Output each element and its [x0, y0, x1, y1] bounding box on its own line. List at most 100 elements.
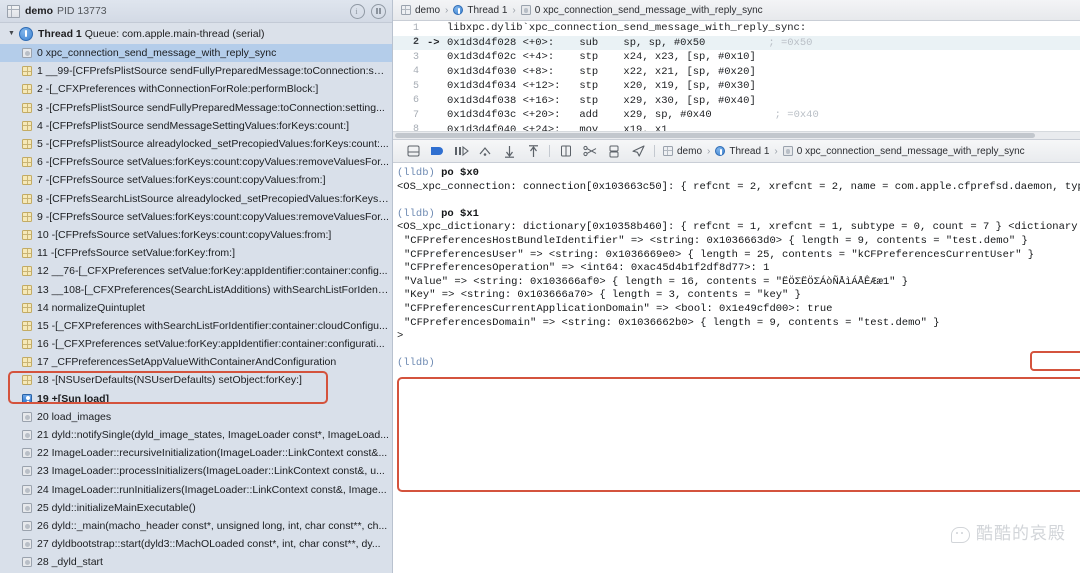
assembly-line: 6 0x1d3d4f038 <+16>: stp x29, x30, [sp, #… — [393, 94, 1080, 109]
debug-breadcrumb-app[interactable]: demo — [677, 146, 702, 157]
lldb-console[interactable]: (lldb) po $x0 <OS_xpc_connection: connect… — [393, 163, 1080, 573]
continue-icon[interactable] — [425, 142, 449, 160]
system-frame-icon — [22, 448, 32, 459]
stack-frame-row[interactable]: 23 ImageLoader::processInitializers(Imag… — [0, 462, 392, 480]
debug-breadcrumb-thread[interactable]: Thread 1 — [729, 146, 769, 157]
stack-frame-row[interactable]: 27 dyldbootstrap::start(dyld3::MachOLoad… — [0, 535, 392, 553]
stack-frame-row[interactable]: 5 -[CFPrefsPlistSource alreadylocked_set… — [0, 135, 392, 153]
stack-frame-row[interactable]: 3 -[CFPrefsPlistSource sendFullyPrepared… — [0, 99, 392, 117]
chat-bubble-icon — [951, 527, 970, 543]
stack-frame-row[interactable]: 11 -[CFPrefsSource setValue:forKey:from:… — [0, 244, 392, 262]
stack-frame-row[interactable]: 12 __76-[_CFXPreferences setValue:forKey… — [0, 262, 392, 280]
info-icon[interactable]: i — [350, 3, 365, 19]
stack-frame-row[interactable]: 2 -[_CFXPreferences withConnectionForRol… — [0, 80, 392, 98]
stack-frame-label: 0 xpc_connection_send_message_with_reply… — [37, 47, 277, 60]
breadcrumb-app[interactable]: demo — [415, 5, 440, 16]
library-frame-icon — [22, 84, 32, 95]
stack-frame-row[interactable]: 7 -[CFPrefsSource setValues:forKeys:coun… — [0, 171, 392, 189]
console-output-text: "CFPreferencesHostBundleIdentifier" => <… — [404, 234, 1028, 247]
line-number: 4 — [412, 66, 419, 78]
stack-frame-row[interactable]: 15 -[_CFXPreferences withSearchListForId… — [0, 317, 392, 335]
stack-frame-row[interactable]: 20 load_images — [0, 408, 392, 426]
thread-row[interactable]: ▼ Thread 1 Queue: com.apple.main-thread … — [0, 23, 392, 44]
step-down-icon[interactable] — [497, 142, 521, 160]
stack-frame-row[interactable]: 14 normalizeQuintuplet — [0, 299, 392, 317]
stack-frame-label: 4 -[CFPrefsPlistSource sendMessageSettin… — [37, 119, 350, 132]
console-line: "Value" => <string: 0x103666af0> { lengt… — [397, 276, 1080, 290]
step-over-icon[interactable] — [449, 142, 473, 160]
library-frame-icon — [22, 157, 32, 168]
line-number: 6 — [412, 95, 419, 107]
app-icon — [663, 146, 673, 156]
editor-breadcrumb-bar[interactable]: demo › Thread 1 › 0 xpc_connection_send_… — [393, 0, 1080, 21]
step-up-icon[interactable] — [521, 142, 545, 160]
stack-frame-row[interactable]: 1 __99-[CFPrefsPlistSource sendFullyPrep… — [0, 62, 392, 80]
thread-icon — [19, 26, 33, 41]
stack-frame-row[interactable]: 6 -[CFPrefsSource setValues:forKeys:coun… — [0, 153, 392, 171]
stack-frame-row[interactable]: 8 -[CFPrefsSearchListSource alreadylocke… — [0, 190, 392, 208]
watermark-text: 酷酷的哀殿 — [976, 524, 1066, 545]
library-frame-icon — [22, 139, 32, 150]
stack-frame-row[interactable]: 13 __108-[_CFXPreferences(SearchListAddi… — [0, 280, 392, 298]
stack-frame-label: 2 -[_CFXPreferences withConnectionForRol… — [37, 83, 319, 96]
system-frame-icon — [22, 484, 32, 495]
stack-frame-row[interactable]: 10 -[CFPrefsSource setValues:forKeys:cou… — [0, 226, 392, 244]
stack-frame-row[interactable]: 19 +[Sun load] — [0, 390, 392, 408]
stack-frame-row[interactable]: 26 dyld::_main(macho_header const*, unsi… — [0, 517, 392, 535]
breadcrumb[interactable]: demo › Thread 1 › 0 xpc_connection_send_… — [401, 5, 763, 16]
debug-breadcrumb-frame[interactable]: 0 xpc_connection_send_message_with_reply… — [797, 146, 1025, 157]
stack-frame-row[interactable]: 21 dyld::notifySingle(dyld_image_states,… — [0, 426, 392, 444]
breadcrumb-frame[interactable]: 0 xpc_connection_send_message_with_reply… — [535, 5, 763, 16]
memory-graph-icon[interactable] — [602, 142, 626, 160]
step-into-icon[interactable] — [473, 142, 497, 160]
debug-toolbar[interactable]: demo › Thread 1 › 0 xpc_connection_send_… — [393, 140, 1080, 163]
pause-bars-icon[interactable] — [371, 3, 386, 19]
stack-frame-row[interactable]: 0 xpc_connection_send_message_with_reply… — [0, 44, 392, 63]
simulate-location-icon[interactable] — [578, 142, 602, 160]
frame-icon — [520, 5, 531, 15]
stack-frame-row[interactable]: 18 -[NSUserDefaults(NSUserDefaults) setO… — [0, 371, 392, 389]
library-frame-icon — [22, 357, 32, 368]
library-frame-icon — [22, 266, 32, 277]
system-frame-icon — [22, 430, 32, 441]
stack-frame-label: 8 -[CFPrefsSearchListSource alreadylocke… — [37, 192, 389, 205]
stack-frame-row[interactable]: 22 ImageLoader::recursiveInitialization(… — [0, 444, 392, 462]
stack-frame-row[interactable]: 24 ImageLoader::runInitializers(ImageLoa… — [0, 481, 392, 499]
lldb-prompt: (lldb) — [397, 207, 442, 220]
editor-and-console: demo › Thread 1 › 0 xpc_connection_send_… — [393, 0, 1080, 573]
chevron-down-icon[interactable]: ▼ — [8, 30, 18, 37]
stack-frame-row[interactable]: 4 -[CFPrefsPlistSource sendMessageSettin… — [0, 117, 392, 135]
stack-frame-label: 17 _CFPreferencesSetAppValueWithContaine… — [37, 356, 337, 369]
library-frame-icon — [22, 320, 32, 331]
breadcrumb-separator: › — [512, 4, 516, 16]
system-frame-icon — [22, 411, 32, 422]
horizontal-scrollbar[interactable] — [393, 131, 1080, 139]
breadcrumb-thread[interactable]: Thread 1 — [467, 5, 507, 16]
stack-frame-row[interactable]: 28 _dyld_start — [0, 553, 392, 571]
stack-frame-label: 6 -[CFPrefsSource setValues:forKeys:coun… — [37, 156, 389, 169]
location-arrow-icon[interactable] — [626, 142, 650, 160]
stack-frame-row[interactable]: 16 -[_CFXPreferences setValue:forKey:app… — [0, 335, 392, 353]
stack-frame-row[interactable]: 17 _CFPreferencesSetAppValueWithContaine… — [0, 353, 392, 371]
library-frame-icon — [22, 175, 32, 186]
stack-frame-label: 7 -[CFPrefsSource setValues:forKeys:coun… — [37, 174, 326, 187]
stack-frame-row[interactable]: 9 -[CFPrefsSource setValues:forKeys:coun… — [0, 208, 392, 226]
console-line: <OS_xpc_connection: connection[0x103663c… — [397, 181, 1080, 195]
thread-title: Thread 1 — [38, 27, 82, 40]
assembly-instruction: 0x1d3d4f030 <+8>: stp x22, x21, [sp, #0x… — [447, 65, 756, 78]
watermark: 酷酷的哀殿 — [951, 524, 1066, 545]
console-line — [397, 194, 1080, 208]
assembly-editor[interactable]: 1 libxpc.dylib`xpc_connection_send_messag… — [393, 21, 1080, 140]
system-frame-icon — [22, 539, 32, 550]
line-number: 7 — [412, 109, 419, 121]
assembly-line: 3 0x1d3d4f02c <+4>: stp x24, x23, [sp, #0… — [393, 50, 1080, 65]
stack-frame-row[interactable]: 25 dyld::initializeMainExecutable() — [0, 499, 392, 517]
stack-frame-label: 10 -[CFPrefsSource setValues:forKeys:cou… — [37, 228, 332, 241]
debug-view-hierarchy-icon[interactable] — [554, 142, 578, 160]
console-output-text: "CFPreferencesOperation" => <int64: 0xac… — [404, 262, 770, 275]
debug-breadcrumb[interactable]: demo › Thread 1 › 0 xpc_connection_send_… — [663, 146, 1025, 157]
hide-console-icon[interactable] — [401, 142, 425, 160]
scrollbar-thumb[interactable] — [395, 133, 1035, 138]
assembly-instruction: 0x1d3d4f02c <+4>: stp x24, x23, [sp, #0x… — [447, 51, 756, 64]
stack-frame-list[interactable]: 0 xpc_connection_send_message_with_reply… — [0, 44, 392, 573]
